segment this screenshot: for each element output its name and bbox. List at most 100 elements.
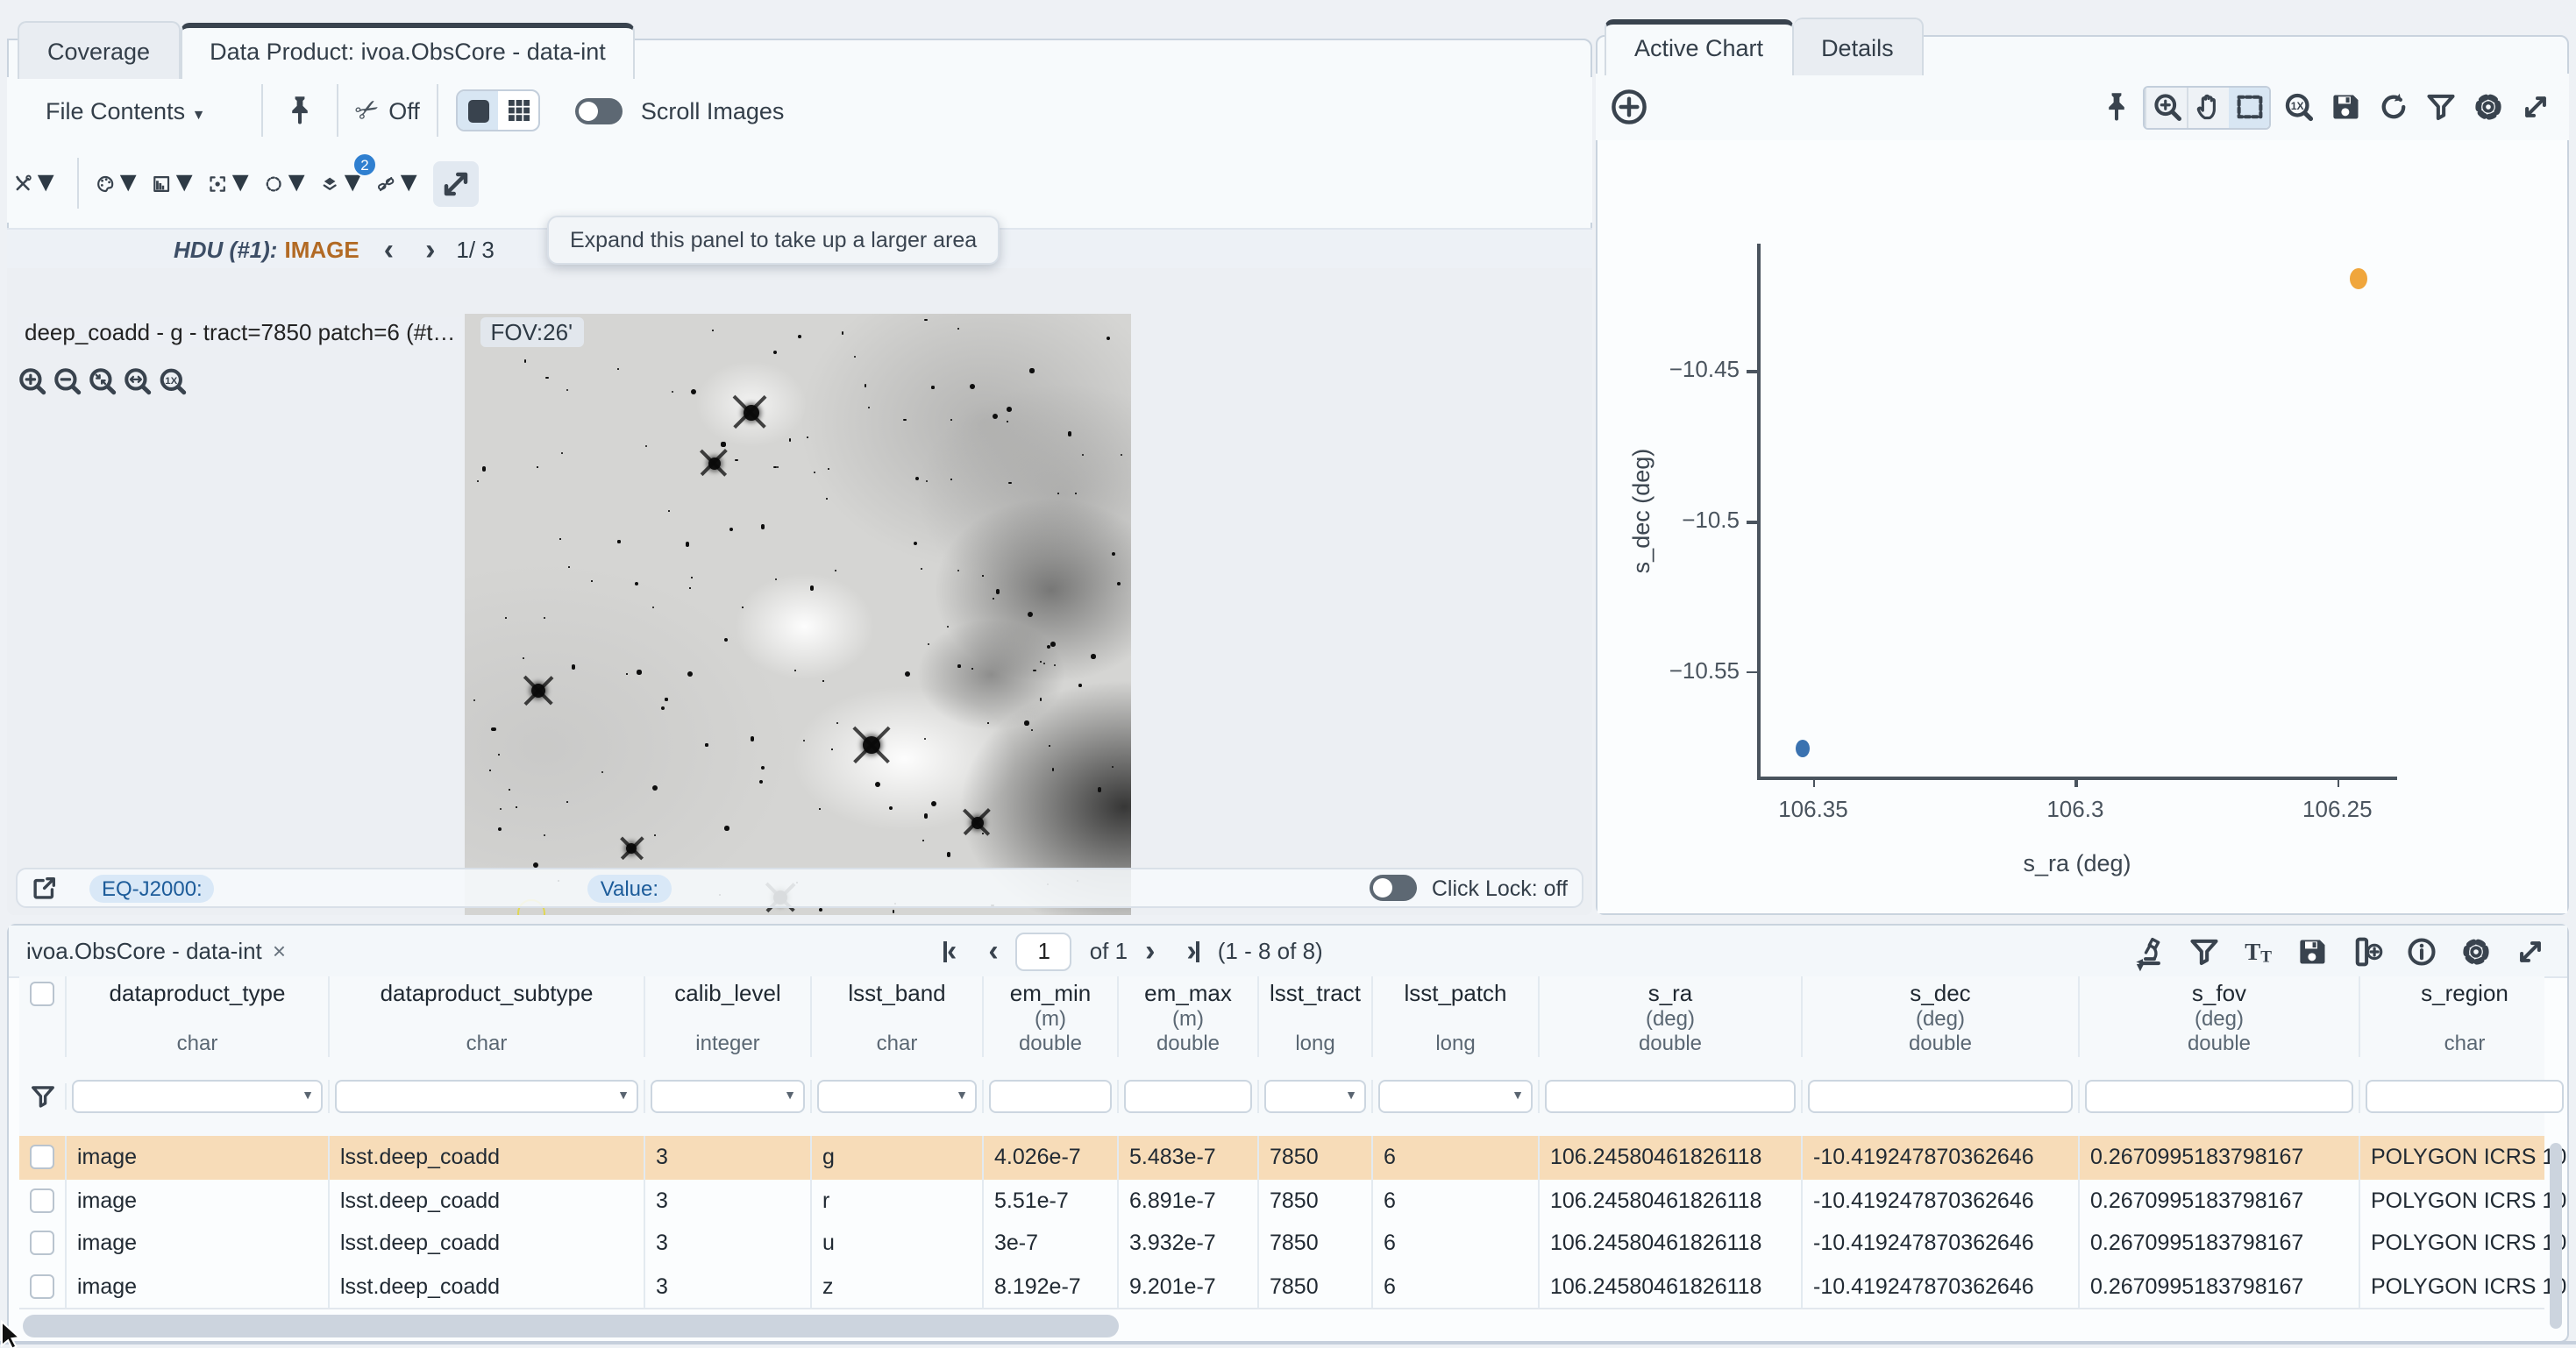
- column-header-em_min[interactable]: em_min(m)double: [984, 976, 1119, 1057]
- refresh-button[interactable]: [2373, 87, 2413, 127]
- filter-input-s_ra[interactable]: [1545, 1080, 1796, 1113]
- last-page-button[interactable]: ›: [1186, 933, 1199, 968]
- zoom-fill-button[interactable]: [123, 366, 153, 396]
- crop-toggle-button[interactable]: ✂ Off: [356, 93, 419, 128]
- cell-lsst_band: r: [812, 1179, 984, 1222]
- filter-button[interactable]: [2420, 87, 2460, 127]
- filter-input-s_fov[interactable]: [2085, 1080, 2353, 1113]
- data-products-button[interactable]: ▼: [2134, 935, 2166, 967]
- click-lock-toggle[interactable]: [1370, 875, 1418, 901]
- info-button[interactable]: [2406, 935, 2437, 967]
- filter-input-dataproduct_type[interactable]: ▼: [72, 1080, 323, 1113]
- select-all-checkbox[interactable]: [30, 982, 54, 1006]
- zoom-out-button[interactable]: [53, 366, 82, 396]
- unlink-button[interactable]: ▼: [377, 160, 423, 206]
- zoom-1x-button[interactable]: 1X: [158, 366, 188, 396]
- column-header-s_fov[interactable]: s_fov(deg)double: [2080, 976, 2360, 1057]
- column-header-lsst_patch[interactable]: lsst_patchlong: [1373, 976, 1540, 1057]
- filter-input-em_min[interactable]: [989, 1080, 1112, 1113]
- column-header-lsst_band[interactable]: lsst_bandchar: [812, 976, 984, 1057]
- table-tab-label[interactable]: ivoa.ObsCore - data-int: [26, 938, 262, 964]
- filter-input-lsst_patch[interactable]: ▼: [1378, 1080, 1533, 1113]
- tab-active-chart[interactable]: Active Chart: [1605, 19, 1793, 75]
- table-row[interactable]: imagelsst.deep_coadd3z8.192e-79.201e-778…: [19, 1265, 2544, 1309]
- expand-button[interactable]: [2515, 935, 2546, 967]
- tools-dropdown-button[interactable]: ▼: [14, 160, 60, 206]
- zoom-in-button[interactable]: [18, 366, 47, 396]
- filter-input-s_region[interactable]: [2366, 1080, 2564, 1113]
- settings-button[interactable]: [2460, 935, 2492, 967]
- scatter-point-points[interactable]: [1796, 740, 1810, 757]
- open-new-window-icon[interactable]: [32, 875, 58, 901]
- scatter-point-selected[interactable]: [2351, 268, 2368, 289]
- cell-s_region: POLYGON ICRS 10: [2360, 1222, 2567, 1265]
- grid-view-button[interactable]: [499, 91, 539, 130]
- column-header-dataproduct_subtype[interactable]: dataproduct_subtypechar: [330, 976, 645, 1057]
- save-button[interactable]: [2325, 87, 2366, 127]
- color-palette-button[interactable]: ▼: [96, 160, 142, 206]
- cell-em_max: 5.483e-7: [1119, 1136, 1259, 1179]
- file-contents-dropdown[interactable]: File Contents ▼: [46, 97, 205, 124]
- recenter-button[interactable]: ▼: [209, 160, 254, 206]
- pan-hand-button[interactable]: [2187, 87, 2229, 127]
- vertical-scrollbar[interactable]: [2550, 1143, 2562, 1329]
- first-page-button[interactable]: ‹: [943, 933, 957, 968]
- tab-coverage[interactable]: Coverage: [18, 21, 180, 79]
- image-viewport[interactable]: deep_coadd - g - tract=7850 patch=6 (#t……: [7, 268, 1592, 915]
- histogram-button[interactable]: ▼: [153, 160, 198, 206]
- page-number-input[interactable]: [1016, 932, 1072, 970]
- select-area-button[interactable]: [2229, 87, 2269, 127]
- text-view-button[interactable]: TT: [2243, 935, 2274, 967]
- layers-button[interactable]: ▼2: [321, 160, 366, 206]
- column-header-calib_level[interactable]: calib_levelinteger: [645, 976, 812, 1057]
- filter-input-s_dec[interactable]: [1808, 1080, 2073, 1113]
- column-header-lsst_tract[interactable]: lsst_tractlong: [1259, 976, 1373, 1057]
- row-checkbox[interactable]: [30, 1274, 54, 1299]
- table-row[interactable]: imagelsst.deep_coadd3r5.51e-76.891e-7785…: [19, 1179, 2544, 1224]
- pin-button[interactable]: [281, 91, 319, 130]
- row-checkbox[interactable]: [30, 1231, 54, 1256]
- astronomy-image[interactable]: [465, 314, 1131, 915]
- filter-input-dataproduct_subtype[interactable]: ▼: [335, 1080, 638, 1113]
- table-tab-close-icon[interactable]: ×: [273, 938, 286, 964]
- add-column-button[interactable]: [2352, 935, 2383, 967]
- column-header-s_region[interactable]: s_regionchar: [2360, 976, 2567, 1057]
- cell-s_dec: -10.419247870362646: [1803, 1136, 2080, 1179]
- tab-data-product[interactable]: Data Product: ivoa.ObsCore - data-int: [180, 23, 636, 79]
- row-checkbox[interactable]: [30, 1188, 54, 1213]
- column-header-s_dec[interactable]: s_dec(deg)double: [1803, 976, 2080, 1057]
- save-button[interactable]: [2297, 935, 2329, 967]
- column-header-em_max[interactable]: em_max(m)double: [1119, 976, 1259, 1057]
- horizontal-scrollbar[interactable]: [23, 1315, 1119, 1337]
- chart-plot-area[interactable]: 106.35106.3106.25−10.45−10.5−10.55s_ra (…: [1598, 140, 2567, 913]
- row-range-label: (1 - 8 of 8): [1218, 938, 1323, 964]
- table-row[interactable]: imagelsst.deep_coadd3u3e-73.932e-7785061…: [19, 1222, 2544, 1266]
- hdu-prev-button[interactable]: ‹: [384, 235, 394, 265]
- filter-input-em_max[interactable]: [1124, 1080, 1252, 1113]
- row-checkbox[interactable]: [30, 1146, 54, 1170]
- zoom-1x-button[interactable]: 1X: [2278, 87, 2318, 127]
- cell-lsst_tract: 7850: [1259, 1222, 1373, 1265]
- next-page-button[interactable]: ›: [1145, 933, 1155, 968]
- filter-button[interactable]: [2188, 935, 2220, 967]
- column-header-s_ra[interactable]: s_ra(deg)double: [1540, 976, 1803, 1057]
- prev-page-button[interactable]: ‹: [988, 933, 998, 968]
- zoom-magnify-button[interactable]: [2145, 87, 2187, 127]
- add-chart-button[interactable]: [1610, 88, 1648, 126]
- table-row[interactable]: imagelsst.deep_coadd3g4.026e-75.483e-778…: [19, 1136, 2544, 1181]
- column-header-dataproduct_type[interactable]: dataproduct_typechar: [67, 976, 330, 1057]
- filter-input-lsst_tract[interactable]: ▼: [1264, 1080, 1366, 1113]
- pin-button[interactable]: [2096, 87, 2136, 127]
- expand-button[interactable]: [2515, 87, 2555, 127]
- select-region-button[interactable]: ▼: [265, 160, 310, 206]
- tab-details[interactable]: Details: [1793, 18, 1924, 75]
- expand-button[interactable]: [433, 160, 479, 206]
- hdu-next-button[interactable]: ›: [425, 235, 435, 265]
- settings-button[interactable]: [2467, 87, 2508, 127]
- x-tick-label: 106.3: [2033, 796, 2117, 822]
- single-view-button[interactable]: [459, 91, 499, 130]
- filter-input-lsst_band[interactable]: ▼: [817, 1080, 977, 1113]
- scroll-images-toggle[interactable]: [576, 97, 623, 124]
- zoom-fit-button[interactable]: [88, 366, 117, 396]
- filter-input-calib_level[interactable]: ▼: [651, 1080, 805, 1113]
